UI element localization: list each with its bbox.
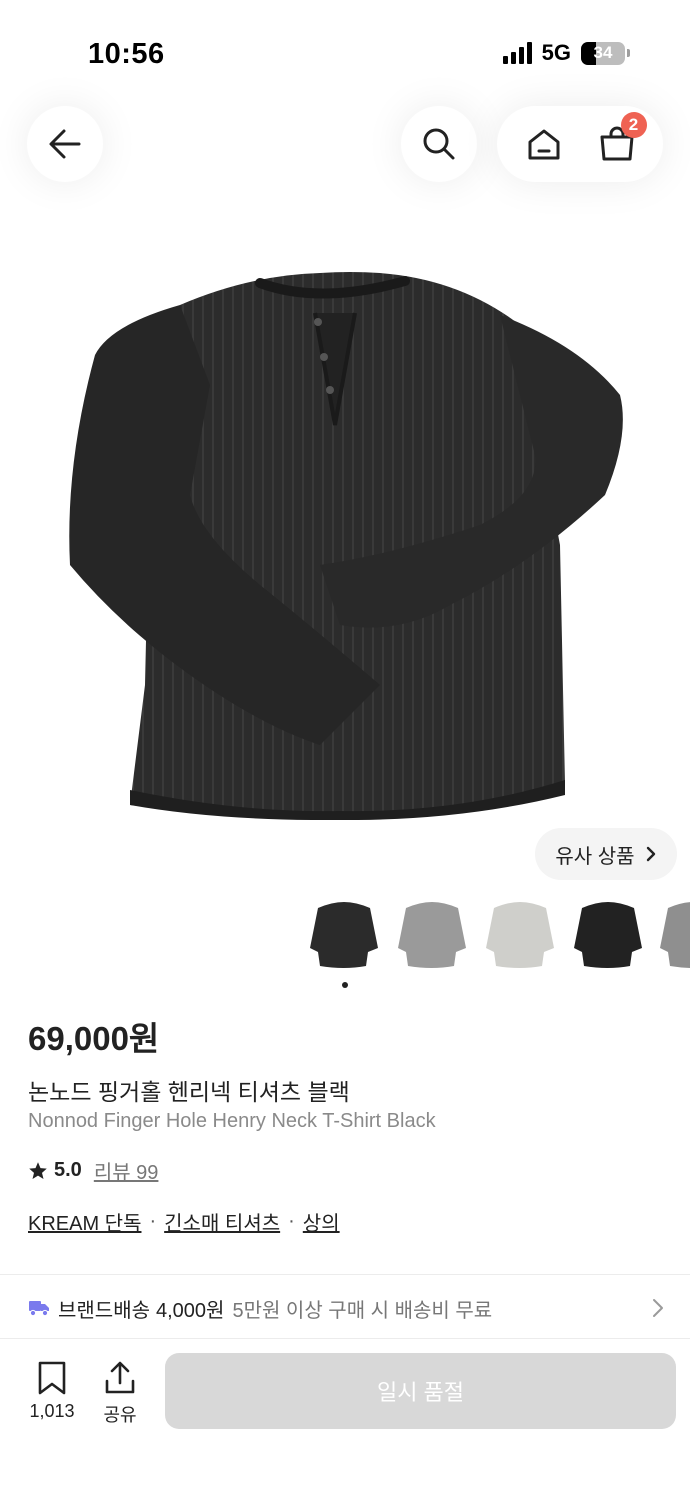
network-type: 5G <box>541 40 571 65</box>
shipping-info-row[interactable]: 브랜드배송 4,000원 5만원 이상 구매 시 배송비 무료 <box>0 1276 690 1340</box>
share-button[interactable]: 공유 <box>94 1361 146 1427</box>
status-time: 10:56 <box>88 38 165 70</box>
home-icon <box>528 129 559 160</box>
thumbnail-image-black <box>310 902 378 968</box>
product-image[interactable] <box>60 265 630 821</box>
divider <box>0 1274 690 1275</box>
thumbnail-indicator-dot <box>342 982 348 988</box>
tag-separator: · <box>149 1210 157 1232</box>
status-bar: 10:56 5G 34 <box>0 0 690 100</box>
thumbnail-item[interactable] <box>568 898 648 974</box>
thumbnail-image-black-2 <box>574 902 642 968</box>
tag-separator: · <box>288 1210 295 1232</box>
thumbnail-image-grey-2 <box>660 902 690 968</box>
bookmark-icon <box>38 1361 66 1395</box>
bookmark-button[interactable]: 1,013 <box>24 1361 80 1422</box>
product-name-english: Nonnod Finger Hole Henry Neck T-Shirt Bl… <box>28 1110 436 1132</box>
battery-level: 34 <box>593 42 613 62</box>
share-icon <box>105 1361 135 1394</box>
review-link[interactable]: 리뷰 99 <box>94 1156 159 1185</box>
tag-tops[interactable]: 상의 <box>303 1207 340 1236</box>
back-button[interactable] <box>27 106 103 182</box>
rating-row: 5.0 리뷰 99 <box>28 1156 158 1185</box>
star-icon <box>29 1161 47 1179</box>
thumbnail-image-light-grey <box>486 902 554 968</box>
status-indicators: 5G 34 <box>502 40 630 66</box>
bookmark-count: 1,013 <box>29 1401 75 1421</box>
sold-out-label: 일시 품절 <box>376 1380 465 1405</box>
share-label: 공유 <box>103 1405 137 1425</box>
delivery-truck-icon <box>29 1301 49 1317</box>
search-icon <box>423 128 455 160</box>
battery-icon: 34 <box>581 41 625 65</box>
shipping-price: 4,000원 <box>156 1299 225 1322</box>
tag-long-sleeve-tshirt[interactable]: 긴소매 티셔츠 <box>164 1207 280 1236</box>
thumbnail-carousel[interactable] <box>304 898 690 974</box>
thumbnail-item[interactable] <box>304 898 384 974</box>
shipping-note: 5만원 이상 구매 시 배송비 무료 <box>232 1299 493 1322</box>
thumbnail-item[interactable] <box>654 898 690 974</box>
similar-products-button[interactable]: 유사 상품 <box>535 828 677 880</box>
cart-button[interactable]: 2 <box>593 112 647 168</box>
tag-exclusive[interactable]: KREAM 단독 <box>28 1207 141 1236</box>
product-name-korean: 논노드 핑거홀 헨리넥 티셔츠 블랙 <box>28 1079 350 1105</box>
product-price: 69,000원 <box>28 1020 160 1057</box>
bottom-action-bar: 1,013 공유 일시 품절 <box>0 1338 690 1500</box>
category-tags: KREAM 단독 · 긴소매 티셔츠 · 상의 <box>28 1207 340 1236</box>
thumbnail-image-grey <box>398 902 466 968</box>
home-button[interactable] <box>520 120 568 168</box>
signal-icon <box>502 42 532 64</box>
search-button[interactable] <box>401 106 477 182</box>
thumbnail-item[interactable] <box>392 898 472 974</box>
home-cart-pill: 2 <box>497 106 663 182</box>
cart-count-badge: 2 <box>620 112 647 138</box>
chevron-right-icon <box>646 846 655 862</box>
chevron-right-icon <box>653 1299 663 1317</box>
henley-shirt-illustration <box>69 272 623 821</box>
sold-out-button[interactable]: 일시 품절 <box>165 1353 676 1429</box>
similar-products-label: 유사 상품 <box>555 845 635 868</box>
shipping-label: 브랜드배송 <box>58 1299 150 1322</box>
thumbnail-item[interactable] <box>480 898 560 974</box>
arrow-left-icon <box>49 129 81 159</box>
rating-score: 5.0 <box>54 1159 82 1181</box>
